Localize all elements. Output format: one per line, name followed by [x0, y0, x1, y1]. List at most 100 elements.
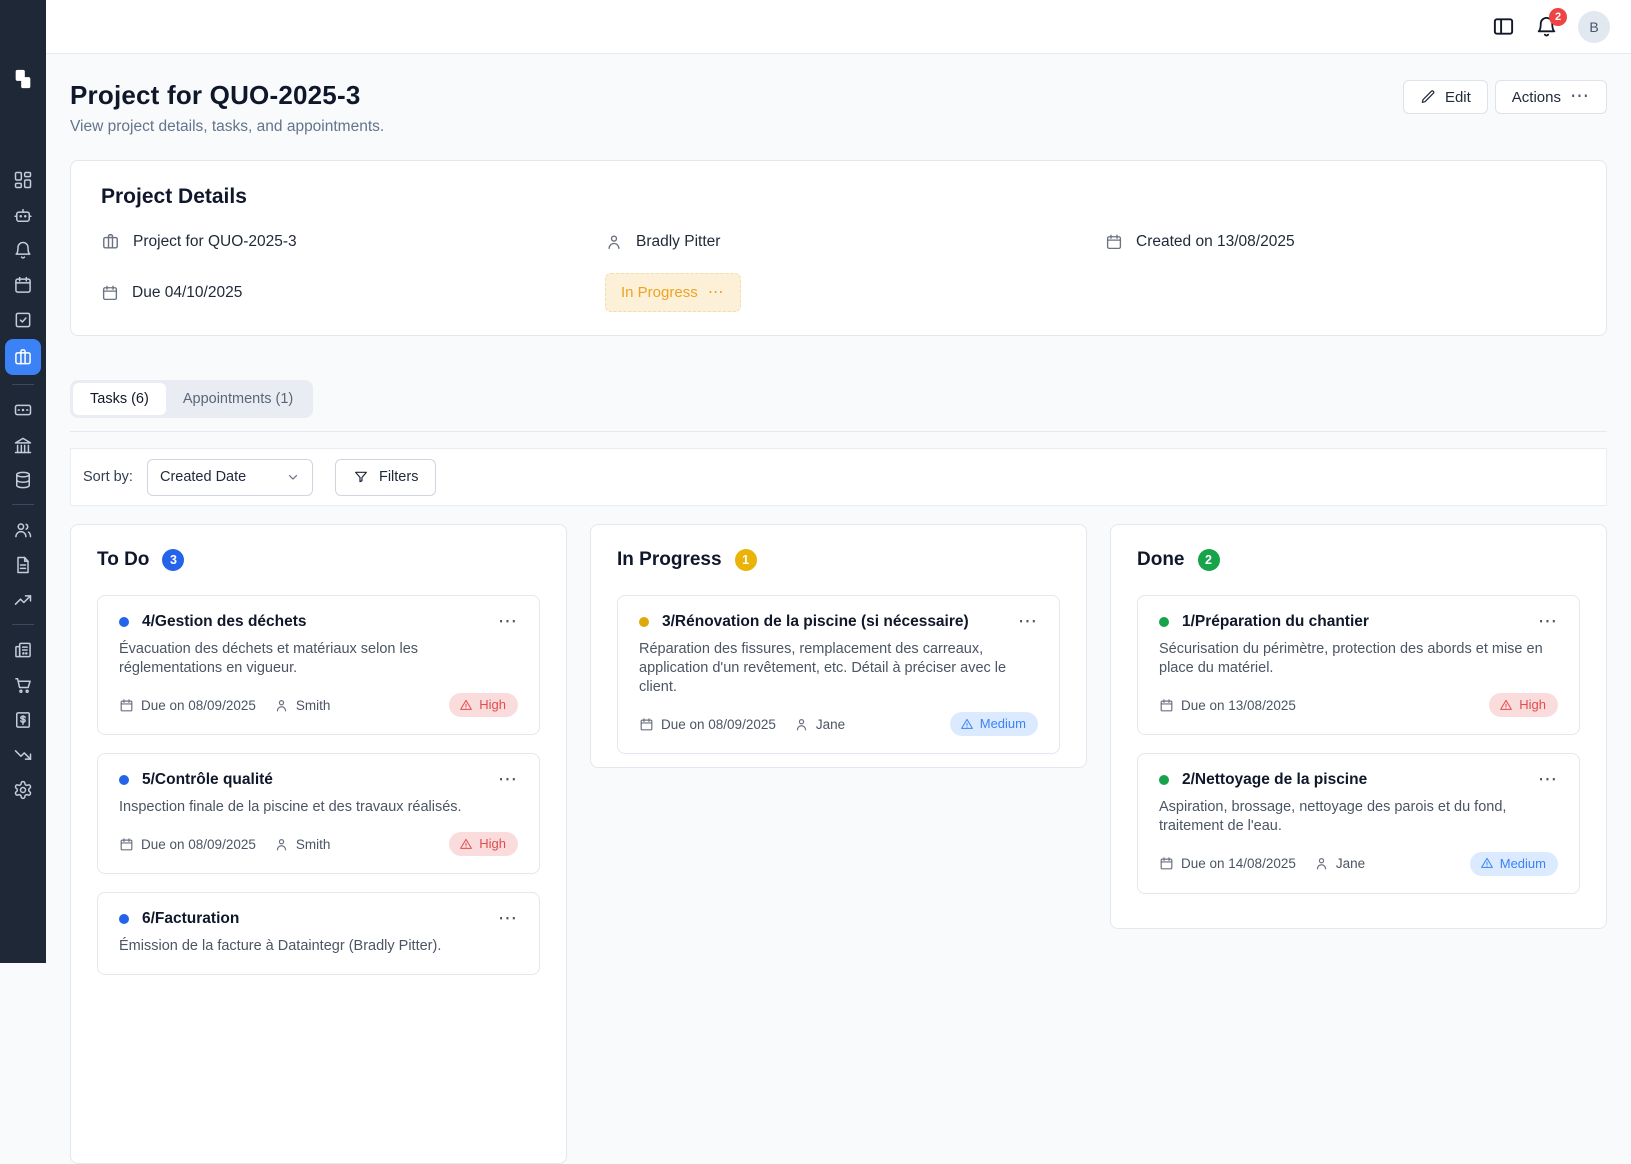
- check-square-icon: [13, 310, 33, 330]
- priority-badge: Medium: [1470, 852, 1558, 876]
- task-card[interactable]: 2/Nettoyage de la piscine ⋯ Aspiration, …: [1137, 753, 1580, 893]
- card-menu-icon[interactable]: ⋯: [1538, 617, 1558, 627]
- card-menu-icon[interactable]: ⋯: [1018, 617, 1038, 627]
- trending-up-icon: [13, 590, 33, 610]
- dashboard-grid-icon: [13, 170, 33, 190]
- users-icon: [13, 520, 33, 540]
- page-header: Project for QUO-2025-3 View project deta…: [70, 80, 1607, 136]
- edit-button-label: Edit: [1445, 89, 1471, 106]
- column-count-badge: 1: [735, 549, 757, 571]
- person-icon: [274, 837, 289, 852]
- detail-owner: Bradly Pitter: [605, 233, 1105, 251]
- column-header: Done 2: [1137, 549, 1580, 571]
- warning-icon: [459, 698, 473, 712]
- detail-owner-text: Bradly Pitter: [636, 233, 720, 251]
- person-icon: [605, 233, 623, 251]
- tab-tasks[interactable]: Tasks (6): [73, 383, 166, 415]
- column-title: Done: [1137, 549, 1185, 571]
- calendar-icon: [101, 284, 119, 302]
- sort-select[interactable]: Created Date: [147, 459, 313, 496]
- task-card[interactable]: 3/Rénovation de la piscine (si nécessair…: [617, 595, 1060, 754]
- calendar-icon: [13, 275, 33, 295]
- credit-card-icon: [13, 400, 33, 420]
- task-title: 2/Nettoyage de la piscine: [1182, 771, 1367, 789]
- column-title: To Do: [97, 549, 149, 571]
- priority-badge: Medium: [950, 712, 1038, 736]
- briefcase-icon: [101, 232, 120, 251]
- sidebar-item-contacts[interactable]: [5, 512, 41, 547]
- person-icon: [274, 698, 289, 713]
- calendar-icon: [1159, 698, 1174, 713]
- task-card[interactable]: 1/Préparation du chantier ⋯ Sécurisation…: [1137, 595, 1580, 735]
- sidebar-item-payments[interactable]: [5, 392, 41, 427]
- sidebar-item-notifications[interactable]: [5, 232, 41, 267]
- status-chip[interactable]: In Progress ⋯: [605, 273, 741, 312]
- sidebar-item-invoices[interactable]: [5, 702, 41, 737]
- sidebar-item-analytics[interactable]: [5, 582, 41, 617]
- card-menu-icon[interactable]: ⋯: [498, 617, 518, 627]
- task-due: Due on 08/09/2025: [119, 698, 256, 713]
- bell-icon: [13, 240, 33, 260]
- notifications-button[interactable]: 2: [1535, 15, 1558, 38]
- filters-button[interactable]: Filters: [335, 459, 436, 496]
- sidebar-item-database[interactable]: [5, 462, 41, 497]
- notification-count-badge: 2: [1549, 8, 1567, 26]
- edit-button[interactable]: Edit: [1403, 80, 1488, 114]
- status-chip-label: In Progress: [621, 284, 698, 301]
- panel-toggle-icon[interactable]: [1492, 15, 1515, 38]
- sidebar-item-bank[interactable]: [5, 427, 41, 462]
- sidebar-item-assistant[interactable]: [5, 197, 41, 232]
- sidebar-item-expenses[interactable]: [5, 737, 41, 772]
- chevron-down-icon: [286, 470, 300, 484]
- detail-due: Due 04/10/2025: [101, 284, 605, 302]
- calendar-icon: [119, 837, 134, 852]
- task-description: Émission de la facture à Dataintegr (Bra…: [119, 937, 518, 956]
- sidebar-item-dashboard[interactable]: [5, 162, 41, 197]
- task-card[interactable]: 6/Facturation ⋯ Émission de la facture à…: [97, 892, 540, 974]
- card-menu-icon[interactable]: ⋯: [498, 914, 518, 924]
- status-dot: [1159, 775, 1169, 785]
- task-title: 3/Rénovation de la piscine (si nécessair…: [662, 613, 969, 631]
- task-assignee: Smith: [274, 837, 331, 852]
- tabs: Tasks (6) Appointments (1): [70, 380, 313, 418]
- status-dot: [119, 775, 129, 785]
- sort-toolbar: Sort by: Created Date Filters: [70, 448, 1607, 506]
- sidebar-divider: [12, 624, 34, 625]
- user-avatar[interactable]: B: [1578, 11, 1610, 43]
- filters-button-label: Filters: [379, 469, 418, 485]
- card-menu-icon[interactable]: ⋯: [498, 775, 518, 785]
- task-card[interactable]: 4/Gestion des déchets ⋯ Évacuation des d…: [97, 595, 540, 735]
- page-title: Project for QUO-2025-3: [70, 80, 384, 111]
- actions-button[interactable]: Actions ⋯: [1495, 80, 1607, 114]
- task-description: Réparation des fissures, remplacement de…: [639, 640, 1038, 697]
- sidebar-item-calendar[interactable]: [5, 267, 41, 302]
- sidebar-item-tasks[interactable]: [5, 302, 41, 337]
- column-header: To Do 3: [97, 549, 540, 571]
- sidebar-item-fax[interactable]: [5, 632, 41, 667]
- column-cards: 1/Préparation du chantier ⋯ Sécurisation…: [1137, 595, 1580, 894]
- tab-appointments[interactable]: Appointments (1): [166, 383, 310, 415]
- filter-funnel-icon: [353, 469, 369, 485]
- bot-icon: [13, 205, 33, 225]
- calendar-icon: [1105, 233, 1123, 251]
- sidebar-item-projects[interactable]: [5, 339, 41, 375]
- fax-icon: [13, 640, 33, 660]
- task-description: Sécurisation du périmètre, protection de…: [1159, 640, 1558, 678]
- sidebar-item-purchases[interactable]: [5, 667, 41, 702]
- card-menu-icon[interactable]: ⋯: [1538, 775, 1558, 785]
- page-subtitle: View project details, tasks, and appoint…: [70, 118, 384, 136]
- sidebar-item-documents[interactable]: [5, 547, 41, 582]
- task-title: 1/Préparation du chantier: [1182, 613, 1369, 631]
- detail-project-name: Project for QUO-2025-3: [101, 232, 605, 251]
- project-details-heading: Project Details: [101, 185, 1576, 209]
- task-card[interactable]: 5/Contrôle qualité ⋯ Inspection finale d…: [97, 753, 540, 874]
- sidebar-item-settings[interactable]: [5, 772, 41, 807]
- column-cards: 3/Rénovation de la piscine (si nécessair…: [617, 595, 1060, 754]
- invoice-dollar-icon: [13, 710, 33, 730]
- task-due: Due on 13/08/2025: [1159, 698, 1296, 713]
- project-details-card: Project Details Project for QUO-2025-3 B…: [70, 160, 1607, 336]
- bank-landmark-icon: [13, 435, 33, 455]
- status-dot: [1159, 617, 1169, 627]
- actions-button-label: Actions: [1512, 89, 1561, 106]
- task-due: Due on 08/09/2025: [639, 717, 776, 732]
